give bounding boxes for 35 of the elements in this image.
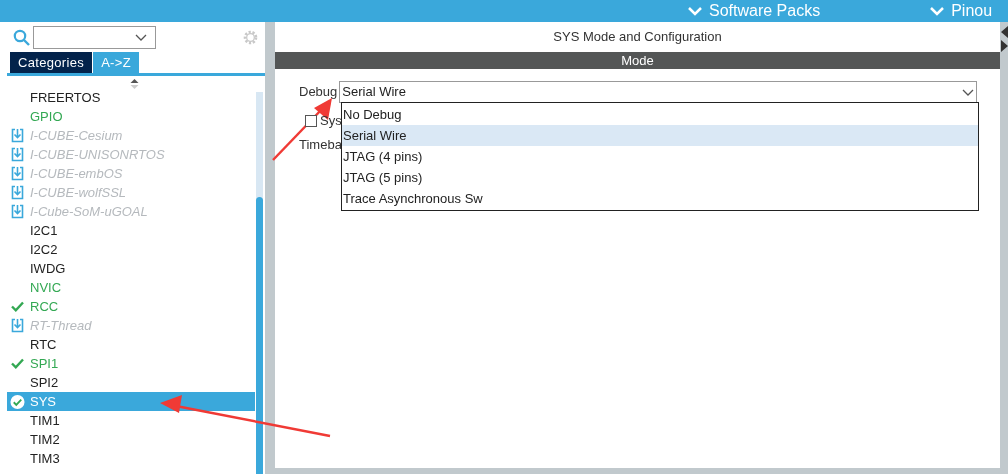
chevron-down-icon [688,6,702,16]
component-item[interactable]: TIM1 [7,411,255,430]
search-icon [13,28,30,46]
download-icon [11,185,24,200]
chevron-down-icon [930,6,945,16]
component-item[interactable]: SPI2 [7,373,255,392]
download-icon [11,318,24,333]
scrollbar-thumb[interactable] [256,197,263,474]
section-header: Mode [275,52,1000,69]
download-icon [11,166,24,181]
check-icon [11,301,24,312]
collapse-arrows-icon[interactable] [1000,24,1008,54]
tab[interactable]: Categories [10,52,93,73]
dropdown-option[interactable]: Serial Wire [342,125,978,146]
component-item[interactable]: I2C1 [7,221,255,240]
settings-icon[interactable] [242,28,259,46]
search-field[interactable] [33,25,156,49]
component-item[interactable]: IWDG [7,259,255,278]
panel-title: SYS Mode and Configuration [552,28,723,47]
component-item[interactable]: TIM2 [7,430,255,449]
download-icon [11,128,24,143]
scroll-up-icon[interactable] [129,78,139,90]
check-icon [11,358,24,369]
download-icon [11,147,24,162]
download-icon [11,204,24,219]
chevron-down-icon [135,33,147,41]
checkbox[interactable] [305,114,317,127]
field-label: Debug [299,83,338,102]
component-item[interactable]: I2C2 [7,240,255,259]
component-item[interactable]: FREERTOS [7,92,255,107]
component-item[interactable]: RTC [7,335,255,354]
chevron-down-icon [962,88,975,96]
component-item[interactable]: TIM3 [7,449,255,468]
field-label: Timeba [299,136,342,154]
check-circle-icon [10,393,25,410]
